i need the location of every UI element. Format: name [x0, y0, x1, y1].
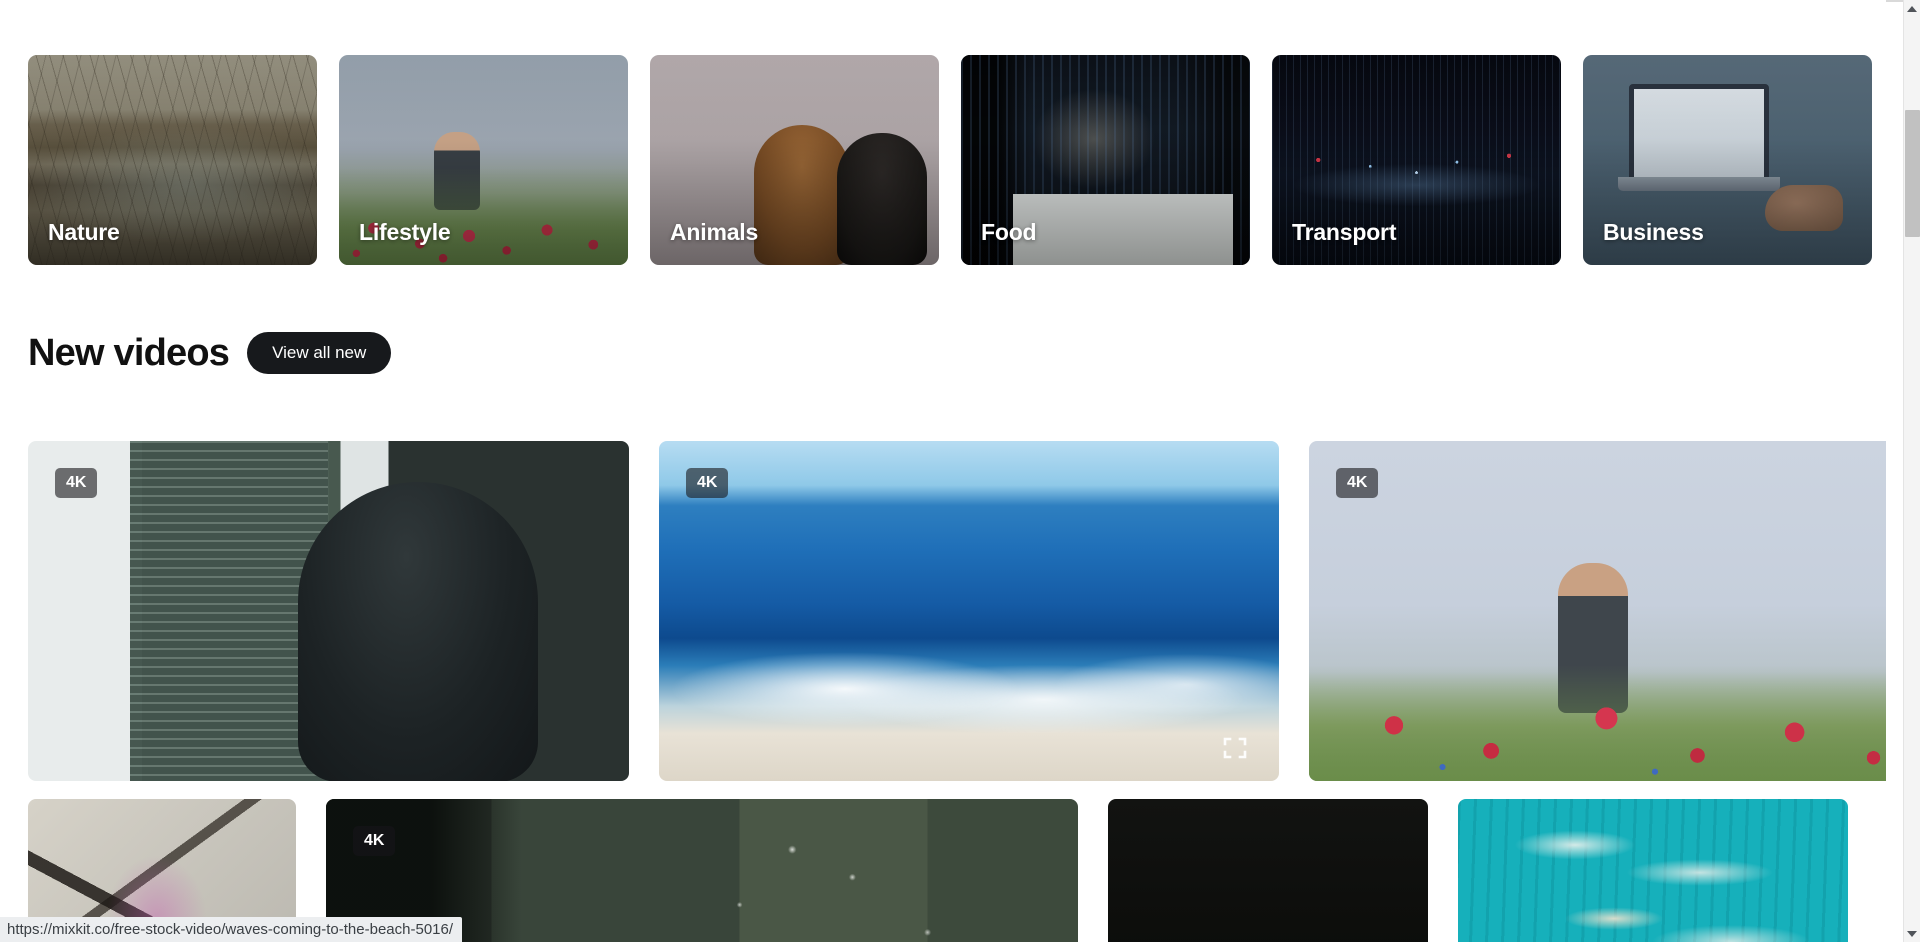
- triangle-down-icon: [1907, 930, 1917, 937]
- fullscreen-expand-icon[interactable]: [1223, 737, 1247, 759]
- vertical-scrollbar[interactable]: [1903, 0, 1920, 942]
- category-label: Animals: [670, 219, 759, 245]
- video-card-waves-beach[interactable]: 4K: [659, 441, 1279, 781]
- video-card-girl-poppies[interactable]: 4K: [1309, 441, 1886, 781]
- scrollbar-thumb[interactable]: [1905, 110, 1920, 237]
- video-grid: 4K 4K 4K 4K: [28, 441, 1886, 942]
- video-card-teal-water[interactable]: [1458, 799, 1848, 942]
- resolution-badge: 4K: [55, 468, 98, 498]
- video-thumbnail-art: [1309, 441, 1886, 781]
- category-strip: Nature Lifestyle Animals Food Transport …: [28, 55, 1886, 265]
- person-silhouette: [1557, 563, 1628, 714]
- category-label: Business: [1603, 219, 1704, 245]
- category-card-lifestyle[interactable]: Lifestyle: [339, 55, 628, 265]
- page-title: New videos: [28, 332, 230, 374]
- category-card-business[interactable]: Business: [1583, 55, 1872, 265]
- video-thumbnail-art: [1458, 799, 1848, 942]
- video-thumbnail-art: [1108, 799, 1428, 942]
- resolution-badge: 4K: [686, 468, 729, 498]
- status-bar-url: https://mixkit.co/free-stock-video/waves…: [7, 921, 454, 938]
- scroll-up-arrow-icon[interactable]: [1904, 0, 1920, 17]
- resolution-badge: 4K: [353, 826, 396, 856]
- video-card-woman-window[interactable]: 4K: [28, 441, 629, 781]
- scroll-down-arrow-icon[interactable]: [1904, 925, 1920, 942]
- person-head-shape: [298, 481, 539, 781]
- page-content: Nature Lifestyle Animals Food Transport …: [0, 0, 1886, 942]
- video-row-1: 4K 4K 4K: [28, 441, 1886, 781]
- view-all-new-button[interactable]: View all new: [247, 332, 392, 374]
- browser-status-bar: https://mixkit.co/free-stock-video/waves…: [0, 917, 463, 942]
- category-card-nature[interactable]: Nature: [28, 55, 317, 265]
- category-label: Nature: [48, 219, 120, 245]
- browser-viewport: Nature Lifestyle Animals Food Transport …: [0, 0, 1920, 942]
- dining-table-shape: [1013, 193, 1233, 265]
- category-card-food[interactable]: Food: [961, 55, 1250, 265]
- triangle-up-icon: [1907, 5, 1917, 12]
- new-videos-header: New videos View all new: [28, 332, 392, 374]
- category-label: Food: [981, 219, 1037, 245]
- category-card-transport[interactable]: Transport: [1272, 55, 1561, 265]
- video-card-dark-scene[interactable]: [1108, 799, 1428, 942]
- category-card-animals[interactable]: Animals: [650, 55, 939, 265]
- category-label: Lifestyle: [359, 219, 451, 245]
- category-label: Transport: [1292, 219, 1397, 245]
- video-thumbnail-art: [28, 441, 629, 781]
- video-thumbnail-art: [659, 441, 1279, 781]
- resolution-badge: 4K: [1336, 468, 1379, 498]
